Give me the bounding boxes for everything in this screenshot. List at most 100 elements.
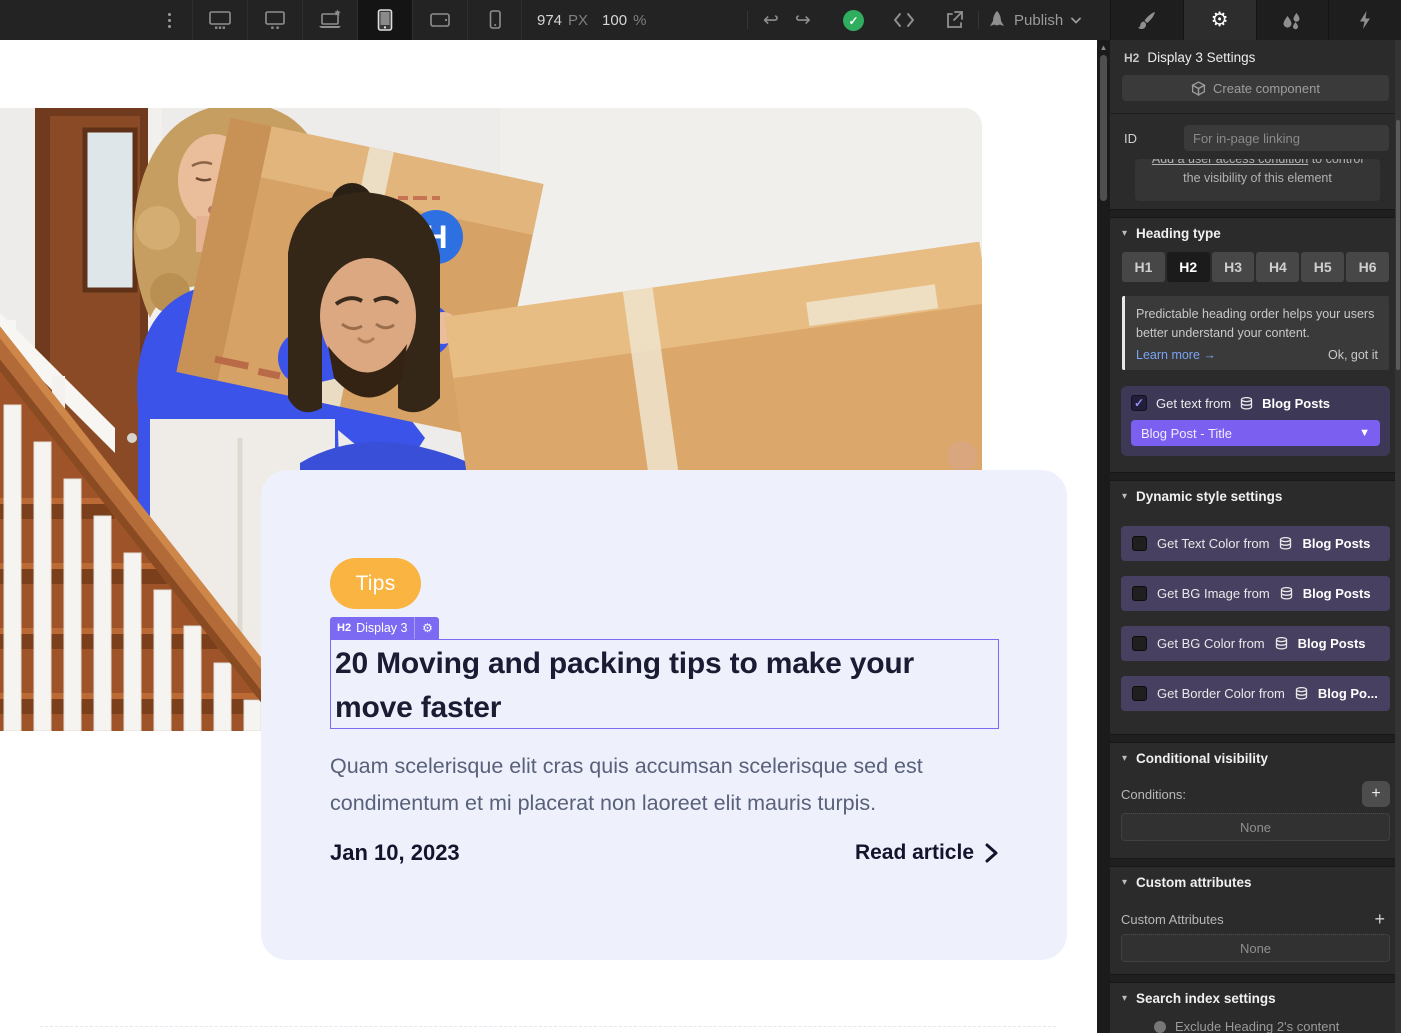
redo-button[interactable]: ↪ (795, 11, 811, 30)
bg-image-checkbox[interactable] (1132, 586, 1147, 601)
section-heading-type[interactable]: ▾ Heading type (1110, 218, 1401, 248)
device-desktop-button[interactable] (247, 0, 302, 40)
section-divider (1110, 472, 1401, 481)
exclude-content-toggle[interactable] (1154, 1021, 1166, 1033)
heading-level-h6-button[interactable]: H6 (1346, 252, 1389, 282)
row-source: Blog Po... (1318, 686, 1378, 701)
device-phone-button[interactable] (467, 0, 522, 40)
settings-panel: H2 Display 3 Settings Create component I… (1110, 40, 1401, 1033)
sync-status-icon[interactable]: ✓ (843, 10, 864, 31)
canvas-dimensions[interactable]: 974 PX 100 % (537, 0, 646, 40)
share-button[interactable] (936, 0, 972, 40)
tab-interactions[interactable] (1328, 0, 1401, 40)
add-attribute-button[interactable]: + (1369, 909, 1390, 930)
gear-icon: ⚙ (1211, 10, 1229, 30)
droplets-icon (1281, 10, 1303, 30)
section-search-index[interactable]: ▾ Search index settings (1110, 983, 1401, 1013)
heading-level-h3-button[interactable]: H3 (1212, 252, 1255, 282)
scroll-up-button[interactable]: ▲ (1099, 43, 1108, 52)
database-icon (1295, 687, 1308, 700)
add-condition-button[interactable]: + (1362, 781, 1390, 807)
heading-type-title: Heading type (1136, 226, 1221, 241)
card-meta-row: Jan 10, 2023 Read article (330, 840, 999, 866)
section-divider (1110, 734, 1401, 743)
element-settings-gear-icon[interactable]: ⚙ (415, 621, 439, 635)
category-badge[interactable]: Tips (330, 558, 421, 609)
create-component-label: Create component (1213, 81, 1320, 96)
history-controls: ↩ ↪ (763, 0, 811, 40)
text-color-checkbox[interactable] (1132, 536, 1147, 551)
section-conditional-visibility[interactable]: ▾ Conditional visibility (1110, 743, 1401, 773)
read-article-label: Read article (855, 841, 974, 865)
bg-color-checkbox[interactable] (1132, 636, 1147, 651)
row-source: Blog Posts (1298, 636, 1366, 651)
custom-attributes-label: Custom Attributes (1121, 912, 1224, 927)
code-icon (893, 12, 915, 28)
id-input[interactable] (1184, 125, 1389, 151)
heading-level-h2-button[interactable]: H2 (1167, 252, 1210, 282)
panel-scrollbar[interactable] (1395, 40, 1401, 1033)
phone-icon (483, 8, 507, 32)
border-color-checkbox[interactable] (1132, 686, 1147, 701)
blog-heading[interactable]: 20 Moving and packing tips to make your … (335, 642, 955, 730)
panel-title-row: H2 Display 3 Settings (1110, 40, 1401, 71)
laptop-star-icon (317, 9, 343, 31)
publish-button[interactable]: Publish (988, 0, 1081, 40)
kebab-menu-icon[interactable] (158, 0, 180, 40)
heading-level-h1-button[interactable]: H1 (1122, 252, 1165, 282)
device-tablet-button[interactable] (357, 0, 412, 40)
tablet-landscape-icon (428, 9, 452, 31)
device-tablet-landscape-button[interactable] (412, 0, 467, 40)
caret-down-icon: ▾ (1122, 228, 1127, 239)
dropdown-caret-icon: ▼ (1359, 427, 1370, 439)
read-article-link[interactable]: Read article (855, 841, 999, 865)
app-window: 974 PX 100 % ↩ ↪ ✓ (0, 0, 1401, 1033)
blog-excerpt[interactable]: Quam scelerisque elit cras quis accumsan… (330, 748, 990, 822)
conditions-empty-state: None (1121, 813, 1390, 841)
device-desktop-hd-button[interactable] (192, 0, 247, 40)
learn-more-link[interactable]: Learn more → (1136, 348, 1216, 362)
device-laptop-button[interactable] (302, 0, 357, 40)
selection-outline[interactable]: 20 Moving and packing tips to make your … (330, 639, 999, 729)
heading-info-text: Predictable heading order helps your use… (1136, 305, 1376, 343)
row-source: Blog Posts (1303, 586, 1371, 601)
canvas-width-value[interactable]: 974 (537, 12, 562, 29)
section-divider (1110, 209, 1401, 218)
tab-style[interactable] (1110, 0, 1183, 40)
create-component-button[interactable]: Create component (1122, 75, 1389, 101)
section-custom-attributes[interactable]: ▾ Custom attributes (1110, 867, 1401, 897)
design-canvas[interactable]: H (0, 40, 1097, 1033)
tab-backgrounds[interactable] (1256, 0, 1329, 40)
get-text-checkbox[interactable]: ✓ (1131, 395, 1147, 411)
field-dropdown[interactable]: Blog Post - Title ▼ (1131, 420, 1380, 446)
user-access-condition-link[interactable]: Add a user access condition (1152, 159, 1308, 166)
component-cube-icon (1191, 81, 1206, 96)
chevron-right-icon (984, 842, 999, 864)
exclude-content-row: Exclude Heading 2's content (1154, 1019, 1390, 1033)
selected-element-label[interactable]: H2 Display 3 ⚙ (330, 617, 439, 639)
zoom-value[interactable]: 100 (602, 12, 627, 29)
scrollbar-thumb[interactable] (1100, 55, 1107, 201)
panel-scrollbar-thumb[interactable] (1396, 120, 1400, 370)
canvas-scrollbar[interactable]: ▲ (1097, 40, 1110, 1033)
row-label: Get BG Image from (1157, 586, 1270, 601)
custom-attributes-row: Custom Attributes + (1121, 909, 1390, 930)
canvas-width-unit: PX (568, 12, 588, 29)
dynamic-style-row-bg-color: Get BG Color from Blog Posts (1121, 626, 1390, 661)
custom-attributes-title: Custom attributes (1136, 875, 1252, 890)
code-view-button[interactable] (886, 0, 922, 40)
undo-button[interactable]: ↩ (763, 11, 779, 30)
heading-level-h4-button[interactable]: H4 (1256, 252, 1299, 282)
panel-tabs: ⚙ (1110, 0, 1401, 40)
publish-label: Publish (1014, 12, 1063, 29)
tab-settings[interactable]: ⚙ (1183, 0, 1256, 40)
heading-level-h5-button[interactable]: H5 (1301, 252, 1344, 282)
zoom-unit: % (633, 12, 646, 29)
share-icon (944, 10, 964, 30)
blog-card[interactable]: Tips H2 Display 3 ⚙ 20 Moving and packin… (261, 470, 1067, 960)
section-dynamic-style[interactable]: ▾ Dynamic style settings (1110, 481, 1401, 511)
attributes-empty-state: None (1121, 934, 1390, 962)
rocket-icon (988, 10, 1006, 30)
database-icon (1275, 637, 1288, 650)
dismiss-info-button[interactable]: Ok, got it (1328, 348, 1378, 362)
